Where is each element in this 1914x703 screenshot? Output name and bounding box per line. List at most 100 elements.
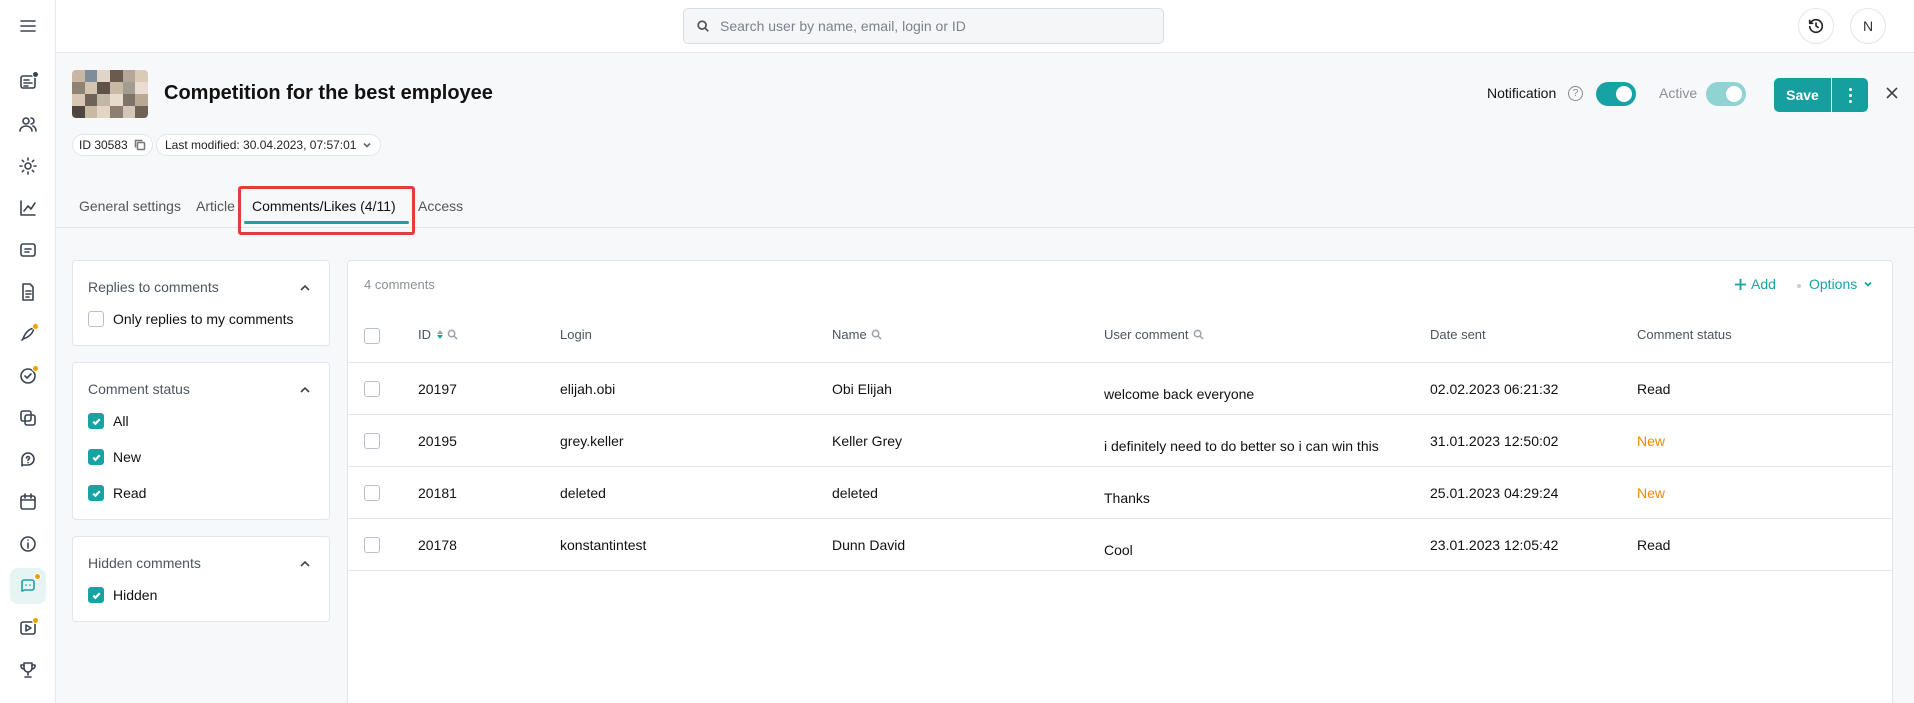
feedback-chat-icon[interactable] (10, 568, 46, 604)
table-row[interactable]: 20181 deleted deleted Thanks 25.01.2023 … (348, 467, 1892, 519)
filter-status-new[interactable]: New (88, 449, 141, 465)
column-header-label: Name (832, 327, 867, 342)
cell-login: deleted (560, 485, 606, 501)
document-icon[interactable] (16, 280, 40, 304)
checkbox-checked[interactable] (88, 587, 104, 603)
cell-status: New (1637, 433, 1666, 449)
row-checkbox[interactable] (364, 433, 380, 449)
add-button[interactable]: Add (1734, 276, 1776, 292)
column-header-date-sent: Date sent (1430, 327, 1486, 342)
active-label: Active (1659, 85, 1698, 101)
video-icon[interactable] (16, 616, 40, 640)
courses-icon[interactable] (16, 406, 40, 430)
table-row[interactable]: 20195 grey.keller Keller Grey i definite… (348, 415, 1892, 467)
separator-dot (1797, 284, 1801, 288)
filter-status-all[interactable]: All (88, 413, 129, 429)
column-header-label: Login (560, 327, 592, 342)
filter-status-read[interactable]: Read (88, 485, 146, 501)
rocket-icon[interactable] (16, 322, 40, 346)
search-box[interactable] (683, 8, 1164, 44)
filter-card-hidden: Hidden comments Hidden (72, 536, 330, 622)
user-initial: N (1862, 18, 1874, 34)
cell-comment: i definitely need to do better so i can … (1104, 438, 1379, 454)
checkbox-label: Only replies to my comments (113, 311, 294, 327)
tab-access[interactable]: Access (418, 198, 463, 214)
left-nav-rail (0, 0, 56, 703)
column-search-icon[interactable] (447, 329, 458, 340)
table-row[interactable]: 20197 elijah.obi Obi Elijah welcome back… (348, 363, 1892, 415)
checkbox-label: All (113, 413, 129, 429)
cell-status: New (1637, 485, 1666, 501)
last-modified-dropdown[interactable]: Last modified: 30.04.2023, 07:57:01 (156, 134, 382, 156)
chevron-up-icon[interactable] (299, 281, 311, 293)
active-toggle[interactable] (1706, 82, 1746, 106)
more-actions-button[interactable] (1832, 78, 1868, 112)
save-button[interactable]: Save (1774, 78, 1831, 112)
checkbox-checked[interactable] (88, 485, 104, 501)
news-icon[interactable] (16, 70, 40, 94)
cell-id: 20195 (418, 433, 457, 449)
cell-name: Keller Grey (832, 433, 903, 449)
filter-card-status: Comment status All New Read (72, 362, 330, 520)
filter-title-hidden: Hidden comments (88, 555, 201, 571)
chevron-down-icon (363, 142, 372, 148)
cell-name: deleted (832, 485, 878, 501)
event-cover-image (72, 70, 148, 118)
filter-title-replies: Replies to comments (88, 279, 219, 295)
select-all-checkbox[interactable] (364, 328, 380, 344)
notification-toggle[interactable] (1596, 82, 1636, 106)
checkbox[interactable] (88, 311, 104, 327)
contents-icon[interactable] (16, 238, 40, 262)
tab-article[interactable]: Article (196, 198, 235, 214)
chevron-up-icon[interactable] (299, 557, 311, 569)
users-icon[interactable] (16, 112, 40, 136)
options-dropdown[interactable]: Options (1809, 276, 1873, 292)
history-button[interactable] (1798, 8, 1834, 44)
check-icon (92, 489, 101, 497)
row-checkbox[interactable] (364, 485, 380, 501)
column-header-user-comment[interactable]: User comment (1104, 327, 1204, 342)
column-header-id[interactable]: ID (418, 327, 458, 342)
record-id-badge[interactable]: ID 30583 (72, 134, 153, 156)
user-avatar[interactable]: N (1850, 8, 1886, 44)
toggle-knob (1726, 86, 1742, 102)
filter-card-replies: Replies to comments Only replies to my c… (72, 260, 330, 346)
search-input[interactable] (720, 18, 1140, 34)
checkbox-label: Read (113, 485, 147, 501)
cell-login: elijah.obi (560, 381, 616, 397)
info-icon[interactable] (16, 532, 40, 556)
chevron-up-icon[interactable] (299, 383, 311, 395)
column-header-name[interactable]: Name (832, 327, 882, 342)
settings-gear-icon[interactable] (16, 154, 40, 178)
calendar-event-icon[interactable] (16, 490, 40, 514)
add-label: Add (1751, 276, 1776, 292)
row-checkbox[interactable] (364, 537, 380, 553)
filter-hidden[interactable]: Hidden (88, 587, 157, 603)
analytics-chart-icon[interactable] (16, 196, 40, 220)
column-search-icon[interactable] (871, 329, 882, 340)
checkbox-checked[interactable] (88, 413, 104, 429)
toggle-knob (1616, 86, 1632, 102)
column-header-label: User comment (1104, 327, 1189, 342)
sort-icon[interactable] (437, 330, 443, 339)
cell-date: 31.01.2023 12:50:02 (1430, 433, 1559, 449)
help-icon[interactable]: ? (1568, 86, 1583, 101)
notification-label: Notification (1487, 85, 1557, 101)
column-header-comment-status: Comment status (1637, 327, 1732, 342)
checkbox-checked[interactable] (88, 449, 104, 465)
trophy-icon[interactable] (16, 658, 40, 682)
tasks-check-icon[interactable] (16, 364, 40, 388)
questions-icon[interactable] (16, 448, 40, 472)
record-id-text: ID 30583 (79, 138, 128, 152)
cell-date: 02.02.2023 06:21:32 (1430, 381, 1559, 397)
tab-general-settings[interactable]: General settings (79, 198, 181, 214)
row-checkbox[interactable] (364, 381, 380, 397)
column-search-icon[interactable] (1193, 329, 1204, 340)
table-row[interactable]: 20178 konstantintest Dunn David Cool 23.… (348, 519, 1892, 571)
page-title: Competition for the best employee (164, 82, 493, 104)
active-tab-highlight-box (238, 186, 415, 235)
close-icon[interactable] (1884, 85, 1902, 103)
filter-only-replies[interactable]: Only replies to my comments (88, 311, 294, 327)
copy-icon[interactable] (134, 139, 146, 151)
hamburger-menu-icon[interactable] (16, 14, 40, 38)
